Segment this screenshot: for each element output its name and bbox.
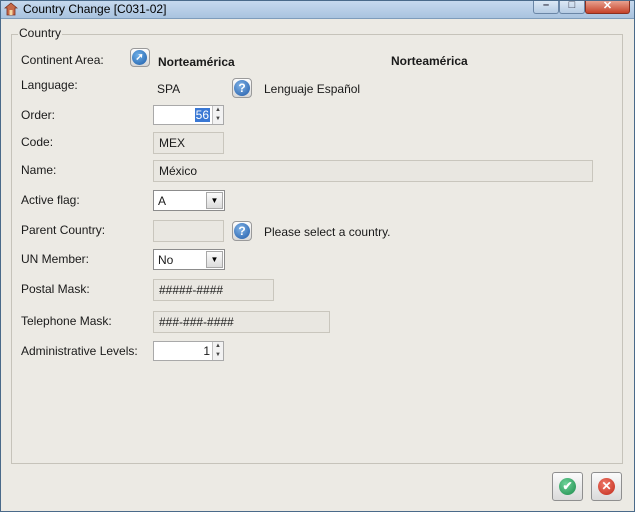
order-label: Order:	[21, 108, 56, 122]
checkmark-icon: ✔	[559, 478, 576, 495]
un-member-select[interactable]: No ▼	[153, 249, 225, 270]
minimize-icon: –	[542, 0, 550, 11]
language-name: Lenguaje Español	[264, 82, 361, 96]
x-cancel-icon: ✕	[598, 478, 615, 495]
language-code: SPA	[157, 82, 181, 96]
group-title: Country	[18, 26, 63, 40]
window-title: Country Change [C031-02]	[23, 2, 167, 16]
language-label: Language:	[21, 78, 78, 92]
dialog-window: Country Change [C031-02] – □ ✕ Country C…	[0, 0, 635, 512]
question-mark-icon: ?	[234, 223, 250, 239]
chevron-down-icon[interactable]: ▼	[206, 251, 223, 268]
parent-country-hint: Please select a country.	[264, 225, 391, 239]
active-flag-value: A	[158, 194, 167, 208]
spin-down-icon[interactable]: ▼	[213, 351, 223, 360]
maximize-button[interactable]: □	[559, 0, 585, 14]
continent-label: Continent Area:	[21, 53, 104, 67]
name-label: Name:	[21, 163, 57, 177]
telephone-mask-label: Telephone Mask:	[21, 314, 112, 328]
continent-code: Norteamérica	[158, 55, 235, 69]
continent-navigate-button[interactable]: ➚	[130, 48, 150, 67]
postal-mask-field[interactable]: #####-####	[153, 279, 274, 301]
continent-name: Norteamérica	[391, 54, 468, 68]
cancel-button[interactable]: ✕	[591, 472, 622, 501]
name-field[interactable]: México	[153, 160, 593, 182]
parent-country-label: Parent Country:	[21, 223, 106, 237]
active-flag-label: Active flag:	[21, 193, 80, 207]
active-flag-select[interactable]: A ▼	[153, 190, 225, 211]
country-groupbox	[11, 34, 623, 464]
app-window-icon	[4, 2, 18, 16]
admin-levels-value[interactable]: 1	[203, 344, 210, 358]
close-icon: ✕	[602, 0, 613, 12]
question-mark-icon: ?	[234, 80, 250, 96]
navigate-arrow-icon: ➚	[132, 50, 147, 65]
spin-down-icon[interactable]: ▼	[213, 115, 223, 124]
order-spin-arrows[interactable]: ▲ ▼	[212, 106, 223, 124]
maximize-icon: □	[568, 0, 576, 11]
language-help-button[interactable]: ?	[232, 78, 252, 98]
order-value[interactable]: 56	[194, 108, 210, 122]
spin-up-icon[interactable]: ▲	[213, 342, 223, 351]
un-member-label: UN Member:	[21, 252, 90, 266]
postal-mask-label: Postal Mask:	[21, 282, 90, 296]
admin-levels-label: Administrative Levels:	[21, 344, 138, 358]
spin-up-icon[interactable]: ▲	[213, 106, 223, 115]
telephone-mask-field[interactable]: ###-###-####	[153, 311, 330, 333]
order-spinner[interactable]: 56 ▲ ▼	[153, 105, 224, 125]
admin-levels-spinner[interactable]: 1 ▲ ▼	[153, 341, 224, 361]
ok-button[interactable]: ✔	[552, 472, 583, 501]
title-bar[interactable]: Country Change [C031-02] – □ ✕	[1, 0, 634, 19]
admin-levels-spin-arrows[interactable]: ▲ ▼	[212, 342, 223, 360]
code-field[interactable]: MEX	[153, 132, 224, 154]
close-button[interactable]: ✕	[585, 0, 630, 14]
chevron-down-icon[interactable]: ▼	[206, 192, 223, 209]
un-member-value: No	[158, 253, 174, 267]
parent-country-field[interactable]	[153, 220, 224, 242]
code-label: Code:	[21, 135, 54, 149]
parent-country-help-button[interactable]: ?	[232, 221, 252, 241]
minimize-button[interactable]: –	[533, 0, 559, 14]
